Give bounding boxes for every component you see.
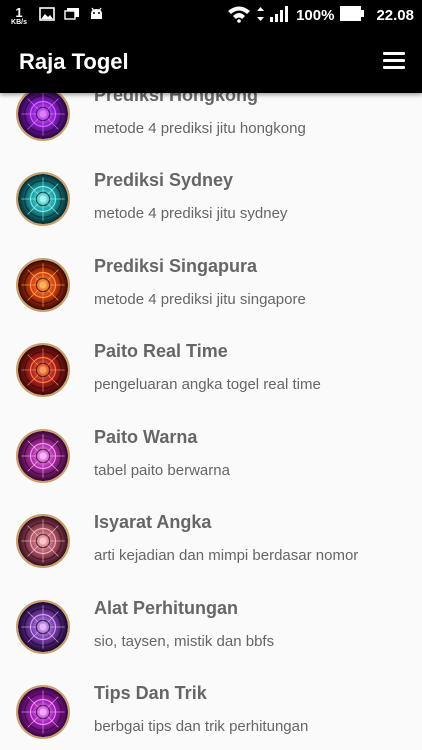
- android-icon: [89, 7, 104, 26]
- screen-share-icon: [64, 7, 80, 26]
- clock: 22.08: [376, 7, 414, 24]
- magenta-mandala-icon: [16, 685, 70, 739]
- app-title: Raja Togel: [19, 49, 129, 74]
- list-item-prediksi-hongkong[interactable]: Prediksi Hongkong metode 4 prediksi jitu…: [0, 93, 422, 157]
- item-title: Paito Warna: [94, 427, 198, 447]
- hamburger-menu-icon: [383, 52, 405, 55]
- orange-mandala-icon: [16, 258, 70, 312]
- list-item-tips-dan-trik[interactable]: Tips Dan Trik berbgai tips dan trik perh…: [0, 670, 422, 750]
- data-arrows-icon: [257, 6, 265, 25]
- item-title: Isyarat Angka: [94, 512, 212, 532]
- app-bar: Raja Togel: [0, 31, 422, 93]
- item-subtitle: arti kejadian dan mimpi berdasar nomor: [94, 547, 359, 564]
- item-subtitle: sio, taysen, mistik dan bbfs: [94, 633, 275, 650]
- status-left: 1 KB/s: [8, 3, 104, 29]
- item-title: Prediksi Singapura: [94, 256, 258, 276]
- red-mandala-icon: [16, 343, 70, 397]
- item-subtitle: berbgai tips dan trik perhitungan: [94, 718, 309, 735]
- status-bar: 1 KB/s 100% 22.08: [0, 0, 422, 31]
- item-title: Prediksi Sydney: [94, 170, 234, 190]
- list-item-isyarat-angka[interactable]: Isyarat Angka arti kejadian dan mimpi be…: [0, 499, 422, 584]
- violet-mandala-icon: [16, 600, 70, 654]
- purple-mandala-icon: [16, 93, 70, 141]
- rose-mandala-icon: [16, 514, 70, 568]
- battery-percent: 100%: [296, 7, 335, 24]
- list-item-prediksi-singapura[interactable]: Prediksi Singapura metode 4 prediksi jit…: [0, 243, 422, 328]
- teal-mandala-icon: [16, 172, 70, 226]
- list-item-paito-warna[interactable]: Paito Warna tabel paito berwarna: [0, 414, 422, 499]
- item-subtitle: pengeluaran angka togel real time: [94, 376, 321, 393]
- item-title: Prediksi Hongkong: [94, 93, 259, 105]
- network-speed-unit: KB/s: [11, 19, 27, 26]
- item-subtitle: metode 4 prediksi jitu singapore: [94, 291, 306, 308]
- gallery-icon: [39, 6, 55, 26]
- item-title: Paito Real Time: [94, 341, 228, 361]
- list-item-alat-perhitungan[interactable]: Alat Perhitungan sio, taysen, mistik dan…: [0, 585, 422, 670]
- status-right: 100% 22.08: [221, 0, 414, 31]
- battery-icon: [340, 6, 365, 25]
- item-subtitle: tabel paito berwarna: [94, 462, 230, 479]
- item-title: Alat Perhitungan: [94, 598, 239, 618]
- network-speed: 1 KB/s: [8, 6, 30, 26]
- menu-button[interactable]: [383, 52, 405, 70]
- item-subtitle: metode 4 prediksi jitu sydney: [94, 205, 288, 222]
- item-title: Tips Dan Trik: [94, 683, 207, 703]
- network-speed-value: 1: [15, 5, 23, 20]
- item-subtitle: metode 4 prediksi jitu hongkong: [94, 120, 306, 137]
- list-item-prediksi-sydney[interactable]: Prediksi Sydney metode 4 prediksi jitu s…: [0, 157, 422, 242]
- pink-mandala-icon: [16, 429, 70, 483]
- menu-list[interactable]: Prediksi Hongkong metode 4 prediksi jitu…: [0, 93, 422, 750]
- signal-icon: [270, 5, 290, 26]
- wifi-icon: [227, 5, 251, 27]
- list-item-paito-real-time[interactable]: Paito Real Time pengeluaran angka togel …: [0, 328, 422, 413]
